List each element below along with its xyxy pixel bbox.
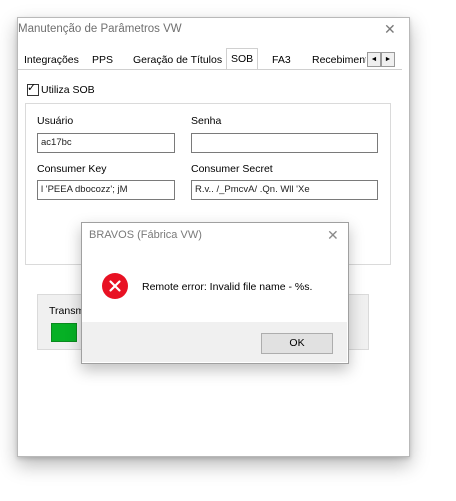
checkmark-icon: ✓ bbox=[27, 82, 37, 94]
transmission-label: Transm bbox=[49, 305, 85, 317]
tab-pps[interactable]: PPS bbox=[92, 52, 113, 68]
window-title: Manutenção de Parâmetros VW bbox=[18, 23, 182, 35]
error-x-icon bbox=[109, 280, 121, 292]
usuario-input[interactable]: ac17bc bbox=[37, 133, 175, 153]
tab-scroll-left-button[interactable]: ◄ bbox=[367, 52, 381, 67]
tab-geracao-titulos[interactable]: Geração de Títulos bbox=[133, 52, 222, 68]
tab-scroll-right-button[interactable]: ► bbox=[381, 52, 395, 67]
consumer-secret-label: Consumer Secret bbox=[191, 163, 273, 175]
error-icon bbox=[102, 273, 128, 299]
dialog-close-button[interactable]: ✕ bbox=[327, 227, 339, 244]
error-message: Remote error: Invalid file name - %s. bbox=[142, 281, 313, 293]
senha-label: Senha bbox=[191, 115, 222, 127]
consumer-secret-input[interactable]: R.v.. /_PmcvA/ .Qn. Wll 'Xe bbox=[191, 180, 378, 200]
tab-sob[interactable]: SOB bbox=[226, 48, 259, 69]
tab-integracoes[interactable]: Integrações bbox=[24, 52, 79, 68]
usuario-label: Usuário bbox=[37, 115, 74, 127]
consumer-key-label: Consumer Key bbox=[37, 163, 107, 175]
dialog-title: BRAVOS (Fábrica VW) bbox=[89, 229, 202, 241]
window-close-button[interactable]: ✕ bbox=[384, 21, 396, 38]
consumer-key-input[interactable]: l 'PEEA dbocozz'; jM bbox=[37, 180, 175, 200]
senha-input[interactable] bbox=[191, 133, 378, 153]
tab-fa3[interactable]: FA3 bbox=[272, 52, 291, 68]
ok-button[interactable]: OK bbox=[261, 333, 333, 354]
utiliza-sob-label: Utiliza SOB bbox=[41, 84, 95, 96]
transmission-progress-bar bbox=[51, 323, 77, 342]
tab-recebimento[interactable]: Recebiment bbox=[312, 52, 366, 68]
